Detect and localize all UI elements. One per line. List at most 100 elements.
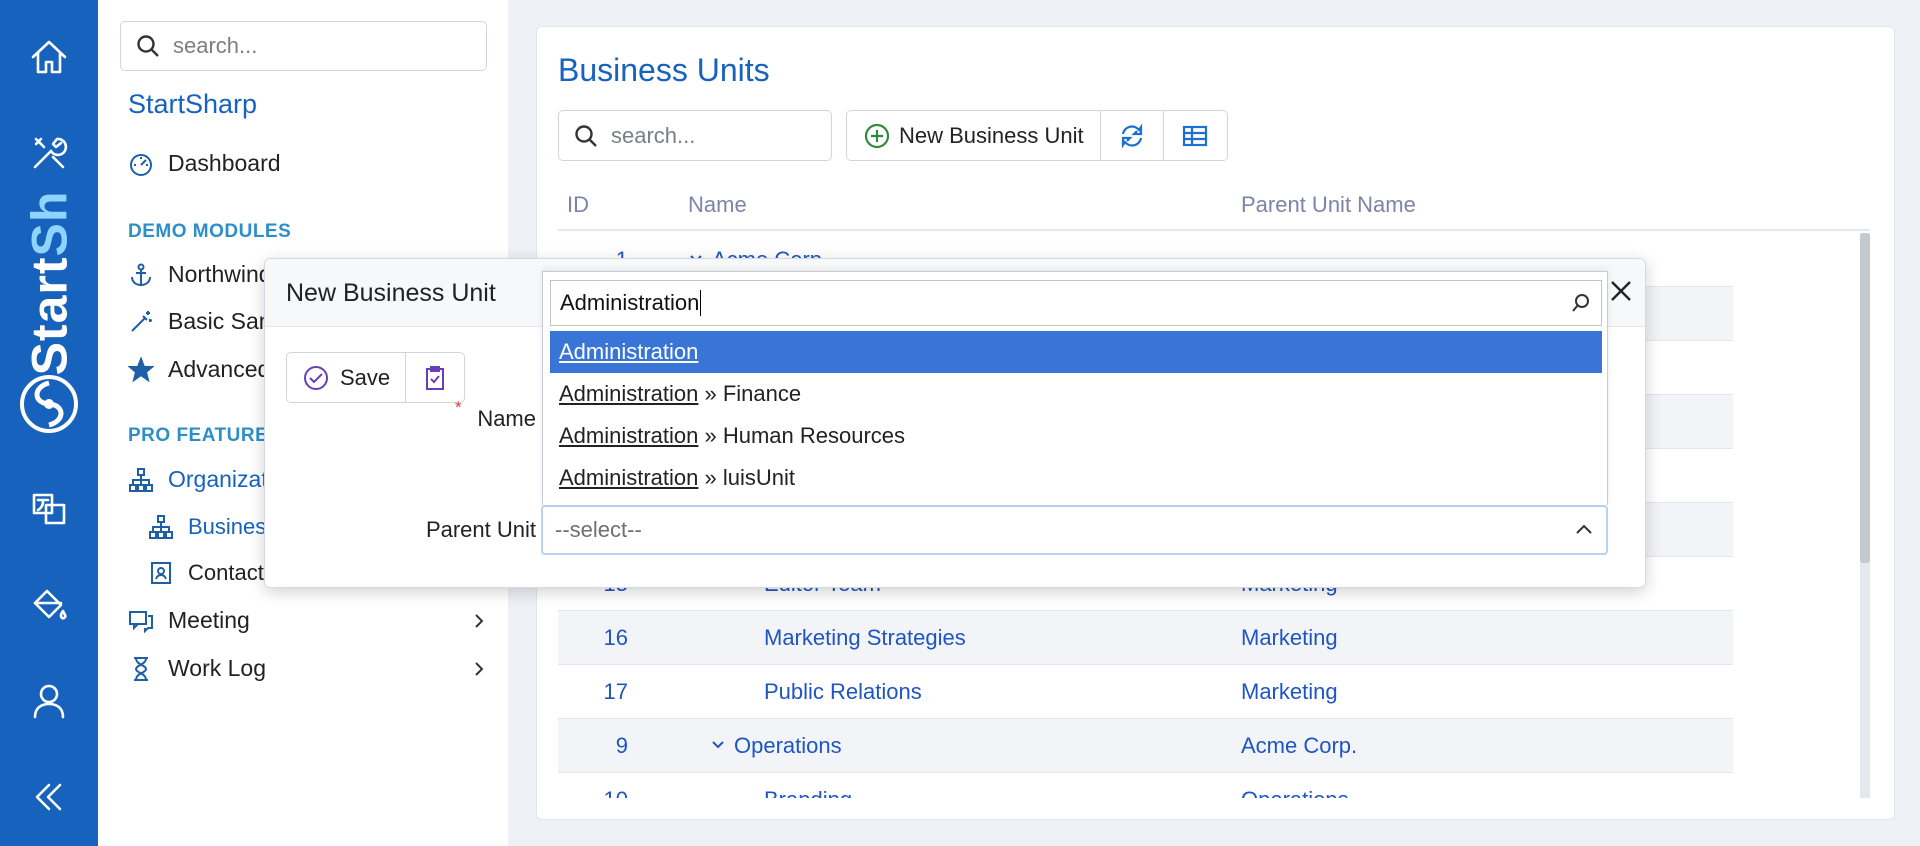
cell-id: 16	[603, 625, 628, 650]
check-circle-icon	[304, 365, 328, 390]
section-pro-features: PRO FEATURES	[128, 425, 282, 446]
grid-toolbar: New Business Unit	[846, 110, 1228, 161]
cell-id: 10	[604, 787, 628, 798]
save-label: Save	[340, 364, 391, 390]
gauge-icon	[130, 153, 152, 176]
option-rest-text: » luisUnit	[698, 465, 795, 490]
magic-wand-icon	[131, 310, 152, 332]
cell-name[interactable]: Operations	[710, 733, 842, 759]
home-icon[interactable]	[0, 26, 98, 88]
table-row[interactable]: 17 Public Relations Marketing	[558, 665, 1733, 719]
plus-circle-icon	[864, 123, 890, 148]
table-row[interactable]: 10 Branding Operations	[558, 773, 1733, 798]
paint-bucket-icon[interactable]	[0, 574, 98, 636]
user-icon[interactable]	[0, 670, 98, 732]
option-match-text: Administration	[559, 339, 699, 364]
cell-parent[interactable]: Marketing	[1241, 679, 1338, 705]
chevron-right-icon[interactable]	[470, 612, 488, 630]
dialog-toolbar: Save	[286, 352, 466, 403]
chevron-down-icon[interactable]	[710, 733, 724, 749]
sidebar-item-label: Work Log	[168, 655, 267, 681]
scrollbar-thumb[interactable]	[1860, 233, 1870, 563]
dropdown-option[interactable]: Administration » luisUnit	[550, 457, 1602, 499]
cell-name[interactable]: Public Relations	[764, 679, 922, 705]
table-icon	[1183, 125, 1208, 146]
parent-unit-field-label: Parent Unit	[425, 517, 536, 542]
column-header-id[interactable]: ID	[567, 192, 589, 218]
chat-icon	[129, 610, 153, 633]
table-row[interactable]: 9 Operations Acme Corp.	[558, 719, 1733, 773]
dropdown-search-input[interactable]: Administration	[550, 280, 1602, 326]
star-icon	[128, 356, 154, 382]
cell-id: 9	[615, 733, 628, 758]
refresh-button[interactable]	[1100, 111, 1164, 160]
clipboard-check-icon	[426, 365, 445, 390]
translate-icon[interactable]	[0, 478, 98, 540]
org-chart-icon	[129, 467, 153, 492]
grid-header: ID Name Parent Unit Name	[558, 185, 1870, 231]
new-business-unit-button[interactable]: New Business Unit	[847, 111, 1101, 160]
serenity-logo-icon	[20, 375, 78, 433]
sidebar-item-label: Meeting	[168, 607, 250, 633]
chevron-up-icon[interactable]	[1574, 520, 1594, 546]
parent-unit-select-value: --select--	[555, 517, 642, 542]
table-row[interactable]: 16 Marketing Strategies Marketing	[558, 611, 1733, 665]
grid-search[interactable]	[558, 110, 832, 161]
sidebar-item-work-log[interactable]: Work Log	[128, 655, 266, 682]
column-header-parent[interactable]: Parent Unit Name	[1241, 192, 1416, 218]
sidebar-item-meeting[interactable]: Meeting	[128, 607, 250, 634]
option-match-text: Administration	[559, 381, 699, 406]
option-rest-text: » Finance	[698, 381, 802, 406]
app-title[interactable]: StartSharp	[128, 89, 257, 120]
cell-parent[interactable]: Marketing	[1241, 625, 1338, 651]
search-icon	[1571, 293, 1591, 319]
dropdown-option[interactable]: Administration » Finance	[550, 373, 1602, 415]
cell-name[interactable]: Branding	[764, 787, 852, 798]
close-icon[interactable]	[1609, 279, 1635, 305]
new-button-label: New Business Unit	[899, 122, 1084, 148]
cell-name-text: Operations	[734, 733, 842, 758]
sidebar-item-contacts[interactable]: Contacts	[148, 560, 275, 586]
name-field-label: * Name	[455, 398, 536, 432]
cell-parent[interactable]: Acme Corp.	[1241, 733, 1357, 759]
parent-unit-select[interactable]: --select--	[541, 505, 1608, 555]
collapse-icon[interactable]	[0, 766, 98, 828]
sidebar-item-label: Northwind	[168, 261, 272, 287]
dropdown-option[interactable]: Administration	[550, 331, 1602, 373]
option-match-text: Administration	[559, 423, 699, 448]
refresh-icon	[1121, 122, 1142, 149]
brand-wordmark: StartSh	[21, 190, 78, 375]
option-match-text: Administration	[559, 465, 699, 490]
parent-unit-dropdown: Administration Administration Administra…	[542, 271, 1608, 505]
column-picker-button[interactable]	[1163, 111, 1227, 160]
save-button[interactable]: Save	[287, 353, 407, 402]
apply-button[interactable]	[406, 353, 464, 402]
required-indicator: *	[455, 398, 462, 417]
sidebar-item-label: Dashboard	[168, 150, 281, 176]
column-header-name[interactable]: Name	[688, 192, 747, 218]
section-demo-modules: DEMO MODULES	[128, 221, 292, 242]
dropdown-option[interactable]: Administration » Human Resources	[550, 415, 1602, 457]
app-rail: StartSh	[0, 0, 98, 846]
org-chart-icon	[149, 515, 173, 539]
cell-name[interactable]: Marketing Strategies	[764, 625, 966, 651]
name-label-text: Name	[477, 406, 536, 431]
page-title: Business Units	[558, 52, 770, 88]
dropdown-search-value: Administration	[560, 290, 700, 315]
cell-id: 17	[603, 679, 628, 704]
hourglass-icon	[134, 656, 148, 681]
grid-scrollbar[interactable]	[1860, 233, 1870, 798]
anchor-icon	[131, 263, 151, 286]
sidebar-item-dashboard[interactable]: Dashboard	[128, 150, 281, 177]
sidebar-search[interactable]	[120, 21, 487, 71]
option-rest-text: » Human Resources	[698, 423, 906, 448]
sidebar-item-northwind[interactable]: Northwind	[128, 261, 272, 288]
contact-card-icon	[151, 562, 171, 584]
dialog-title: New Business Unit	[286, 279, 496, 307]
tools-icon[interactable]	[0, 122, 98, 184]
grid-search-input[interactable]	[611, 122, 811, 149]
cell-parent[interactable]: Operations	[1241, 787, 1349, 798]
search-icon	[575, 124, 597, 147]
sidebar-search-input[interactable]	[173, 33, 473, 59]
chevron-right-icon[interactable]	[470, 660, 488, 678]
